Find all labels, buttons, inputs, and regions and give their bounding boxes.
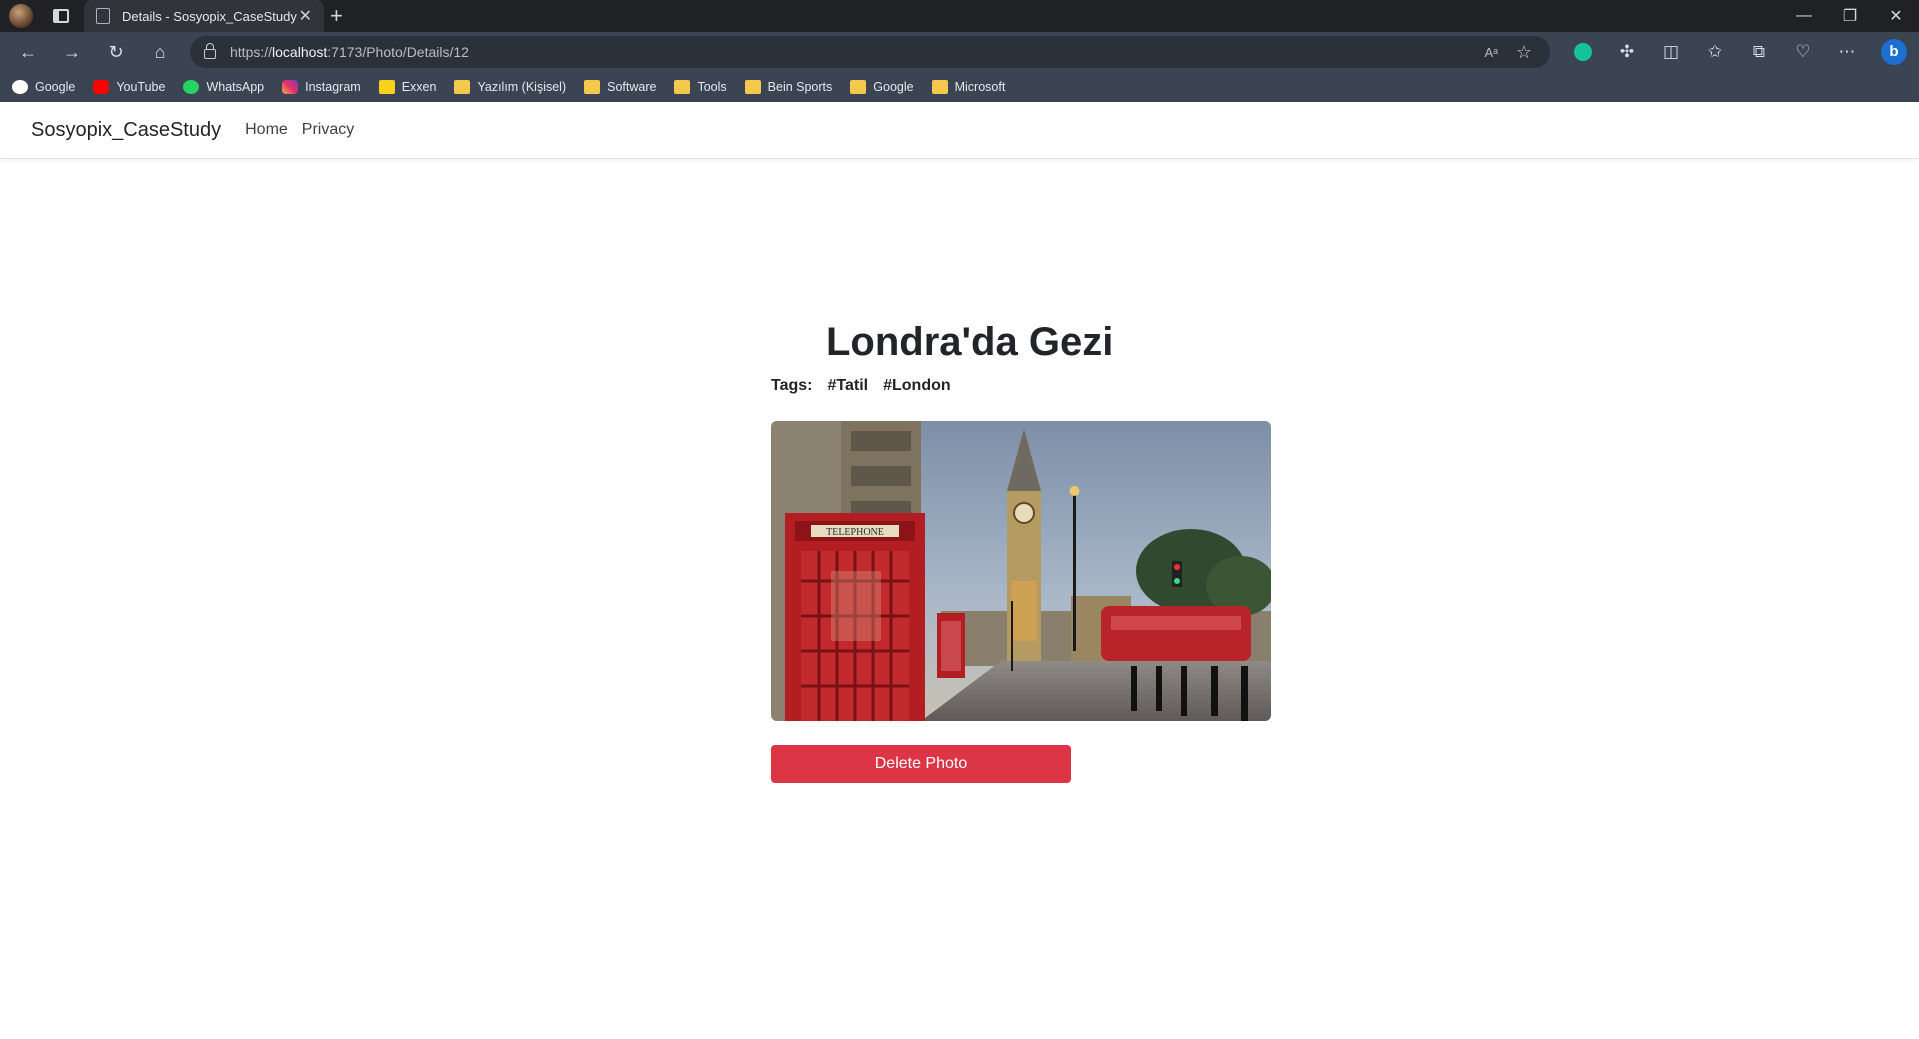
bookmark-whatsapp[interactable]: WhatsApp [183, 80, 264, 94]
browser-toolbar: ← → ↻ ⌂ https://localhost:7173/Photo/Det… [0, 32, 1919, 72]
bookmark-youtube[interactable]: YouTube [93, 80, 165, 94]
tab-actions-icon[interactable] [53, 9, 69, 23]
home-icon[interactable]: ⌂ [138, 42, 182, 63]
youtube-icon [93, 80, 110, 94]
read-aloud-icon[interactable]: Aᵃ [1484, 45, 1498, 60]
window-close-icon[interactable]: ✕ [1873, 6, 1919, 26]
more-menu-icon[interactable]: ⋯ [1825, 42, 1869, 62]
browser-tabbar: Details - Sosyopix_CaseStudy ✕ + — ❐ ✕ [0, 0, 1919, 32]
new-tab-icon[interactable]: + [330, 3, 343, 29]
bookmark-folder-google[interactable]: Google [850, 80, 914, 94]
site-navbar: Sosyopix_CaseStudy Home Privacy [0, 102, 1919, 159]
bookmark-folder-tools[interactable]: Tools [674, 80, 727, 94]
photo-image: TELEPHONE [771, 421, 1271, 721]
tab-title: Details - Sosyopix_CaseStudy [122, 8, 297, 24]
exxen-icon [378, 80, 395, 94]
nav-privacy-link[interactable]: Privacy [302, 121, 354, 139]
bookmarks-bar: Google YouTube WhatsApp Instagram Exxen … [0, 72, 1919, 102]
address-bar[interactable]: https://localhost:7173/Photo/Details/12 … [190, 36, 1550, 68]
url-host: localhost [272, 44, 328, 60]
bookmark-label: Google [35, 80, 76, 94]
grammarly-icon[interactable] [1574, 43, 1592, 61]
whatsapp-icon [183, 80, 200, 94]
url-prefix: https:// [230, 44, 273, 60]
browser-tab-active[interactable]: Details - Sosyopix_CaseStudy ✕ [84, 0, 324, 32]
folder-icon [850, 80, 867, 94]
folder-icon [931, 80, 948, 94]
restore-icon[interactable]: ❐ [1827, 6, 1873, 26]
back-icon[interactable]: ← [6, 42, 50, 63]
bookmark-label: Exxen [401, 80, 437, 94]
bookmark-label: WhatsApp [206, 80, 265, 94]
folder-icon [584, 80, 601, 94]
site-brand[interactable]: Sosyopix_CaseStudy [31, 119, 221, 142]
collections-icon[interactable]: ⧉ [1737, 42, 1781, 62]
copilot-icon[interactable]: b [1881, 39, 1907, 65]
london-street-image: TELEPHONE [771, 421, 1271, 721]
bookmark-google[interactable]: Google [12, 80, 75, 94]
browser-essentials-icon[interactable]: ♡ [1781, 42, 1825, 62]
bookmark-label: Microsoft [954, 80, 1006, 94]
nav-home-link[interactable]: Home [245, 121, 288, 139]
bookmark-folder-microsoft[interactable]: Microsoft [931, 80, 1006, 94]
bookmark-label: YouTube [116, 80, 166, 94]
folder-icon [744, 80, 761, 94]
lock-icon[interactable] [204, 43, 216, 59]
refresh-icon[interactable]: ↻ [94, 42, 138, 63]
favorite-star-icon[interactable]: ☆ [1516, 42, 1532, 63]
bookmark-folder-bein-sports[interactable]: Bein Sports [744, 80, 833, 94]
instagram-icon [282, 80, 299, 94]
window-controls: — ❐ ✕ [1781, 0, 1919, 32]
toolbar-extensions: ✣ ◫ ✩ ⧉ ♡ ⋯ b [1561, 32, 1919, 72]
url-text[interactable]: https://localhost:7173/Photo/Details/12 [230, 44, 469, 60]
bookmark-instagram[interactable]: Instagram [282, 80, 361, 94]
page-favicon-icon [96, 8, 110, 24]
bookmark-label: Yazılım (Kişisel) [477, 80, 567, 94]
tab-close-icon[interactable]: ✕ [299, 6, 312, 26]
split-screen-icon[interactable]: ◫ [1649, 42, 1693, 62]
minimize-icon[interactable]: — [1781, 7, 1827, 25]
url-path: :7173/Photo/Details/12 [327, 44, 469, 60]
extensions-icon[interactable]: ✣ [1605, 42, 1649, 62]
bookmark-label: Instagram [305, 80, 361, 94]
bookmark-label: Software [607, 80, 657, 94]
bookmark-folder-software[interactable]: Software [584, 80, 656, 94]
photo-tags: Tags: #Tatil #London [771, 377, 1271, 395]
folder-icon [454, 80, 471, 94]
bookmark-folder-yazilim[interactable]: Yazılım (Kişisel) [454, 80, 566, 94]
folder-icon [674, 80, 691, 94]
delete-photo-button[interactable]: Delete Photo [771, 745, 1071, 783]
profile-avatar[interactable] [9, 4, 33, 28]
svg-text:TELEPHONE: TELEPHONE [826, 527, 884, 538]
tags-label: Tags: [771, 377, 813, 394]
bookmark-exxen[interactable]: Exxen [378, 80, 437, 94]
bookmark-label: Bein Sports [767, 80, 833, 94]
photo-title: Londra'da Gezi [826, 320, 1114, 364]
photo-details: Londra'da Gezi Tags: #Tatil #London TELE… [771, 320, 1271, 783]
favorites-icon[interactable]: ✩ [1693, 42, 1737, 62]
google-icon [12, 80, 28, 94]
tag-london: #London [883, 377, 951, 394]
forward-icon[interactable]: → [50, 42, 94, 63]
bookmark-label: Tools [697, 80, 727, 94]
bookmark-label: Google [873, 80, 914, 94]
tag-tatil: #Tatil [827, 377, 869, 394]
